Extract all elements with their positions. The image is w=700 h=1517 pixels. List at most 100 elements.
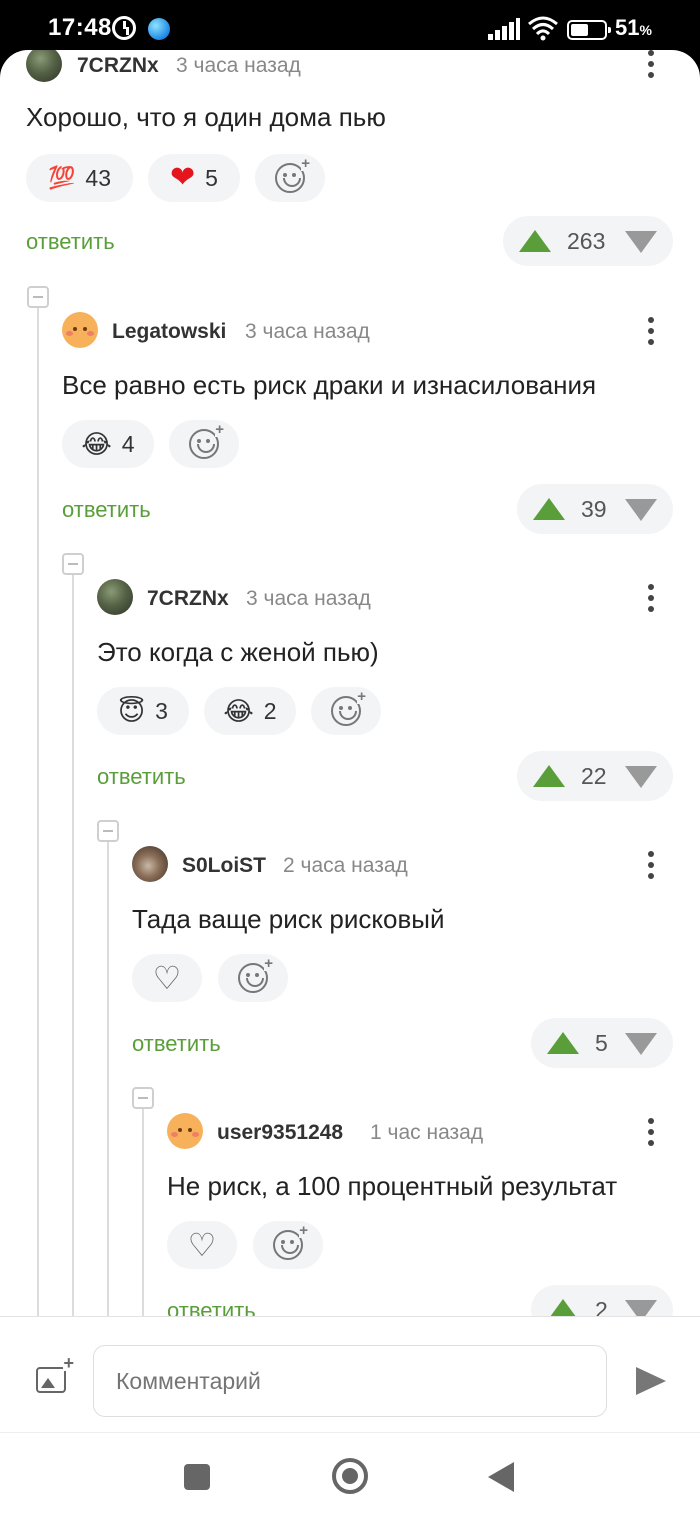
add-image-icon[interactable] (36, 1355, 74, 1393)
avatar[interactable] (167, 1113, 203, 1149)
vote-box: 5 (531, 1018, 673, 1068)
more-options-icon[interactable] (647, 851, 655, 879)
reaction-count: 3 (155, 697, 168, 724)
battery-icon (567, 20, 611, 40)
avatar[interactable] (97, 579, 133, 615)
comment-time: 2 часа назад (283, 854, 408, 877)
score: 39 (581, 496, 607, 522)
comment-author[interactable]: user9351248 (217, 1121, 343, 1145)
halo-emoji-icon: 😇 (118, 696, 146, 726)
reply-button[interactable]: ответить (132, 1031, 221, 1057)
send-icon[interactable] (636, 1367, 666, 1395)
back-triangle-icon[interactable] (488, 1462, 514, 1492)
reaction-heart[interactable]: ❤ 5 (148, 154, 240, 202)
add-reaction-button[interactable]: + (255, 154, 325, 202)
heart-outline-icon: ♡ (187, 1227, 217, 1263)
downvote-icon[interactable] (625, 766, 657, 788)
add-reaction-icon: + (275, 156, 310, 193)
comment-text: Это когда с женой пью) (97, 637, 379, 667)
add-reaction-button[interactable]: + (218, 954, 288, 1002)
comment-author[interactable]: 7CRZNx (147, 587, 229, 611)
heart-icon: ❤ (170, 161, 196, 194)
comment: user9351248 1 час назад Не риск, а 100 п… (0, 1101, 700, 1316)
add-reaction-icon: + (273, 1223, 308, 1260)
avatar[interactable] (26, 50, 62, 82)
reaction-count: 2 (263, 697, 277, 724)
hundred-emoji-icon: 💯 (48, 165, 76, 190)
battery-percent: 51% (615, 15, 652, 40)
home-circle-icon[interactable] (332, 1458, 368, 1494)
comment-author[interactable]: 7CRZNx (77, 54, 159, 78)
score: 263 (567, 228, 606, 254)
downvote-icon[interactable] (625, 499, 657, 521)
avatar[interactable] (62, 312, 98, 348)
reaction-halo[interactable]: 😇 3 (97, 687, 189, 735)
alarm-icon (112, 16, 136, 40)
laughing-emoji-icon: 😂 (223, 696, 254, 726)
add-reaction-icon: + (331, 689, 366, 726)
like-button[interactable]: ♡ (132, 954, 202, 1002)
add-reaction-icon: + (189, 422, 224, 459)
add-reaction-button[interactable]: + (311, 687, 381, 735)
upvote-icon[interactable] (547, 1299, 579, 1316)
downvote-icon[interactable] (625, 231, 657, 253)
reply-button[interactable]: ответить (62, 497, 151, 523)
reply-button[interactable]: ответить (97, 764, 186, 790)
comment-author[interactable]: S0LoiST (182, 854, 266, 878)
navigation-bar (0, 1432, 700, 1517)
reaction-100[interactable]: 💯 43 (26, 154, 133, 202)
vote-box: 263 (503, 216, 673, 266)
vote-box: 22 (517, 751, 673, 801)
reaction-count: 5 (205, 164, 218, 191)
signal-icon (488, 18, 520, 40)
heart-outline-icon: ♡ (152, 960, 182, 996)
comment-text: Хорошо, что я один дома пью (26, 102, 386, 132)
upvote-icon[interactable] (547, 1032, 579, 1054)
reply-button[interactable]: ответить (167, 1298, 256, 1316)
score: 22 (581, 763, 607, 789)
vote-box: 2 (531, 1285, 673, 1316)
comment-input[interactable] (93, 1345, 607, 1417)
reaction-laugh[interactable]: 😂 4 (62, 420, 154, 468)
app-notification-icon (148, 18, 170, 40)
score: 5 (595, 1030, 608, 1056)
reaction-count: 4 (121, 430, 135, 457)
vote-box: 39 (517, 484, 673, 534)
reaction-laugh[interactable]: 😂 2 (204, 687, 296, 735)
reply-button[interactable]: ответить (26, 229, 115, 255)
add-reaction-button[interactable]: + (253, 1221, 323, 1269)
comment-time: 3 часа назад (246, 587, 371, 610)
upvote-icon[interactable] (533, 765, 565, 787)
comment: S0LoiST 2 часа назад Тада ваще риск риск… (0, 834, 700, 1084)
upvote-icon[interactable] (519, 230, 551, 252)
status-bar: 17:48 51% (0, 0, 700, 50)
recents-square-icon[interactable] (184, 1464, 210, 1490)
comment-time: 3 часа назад (245, 320, 370, 343)
score: 2 (595, 1297, 608, 1316)
laughing-emoji-icon: 😂 (81, 429, 112, 459)
comment: 7CRZNx 3 часа назад Хорошо, что я один д… (0, 50, 700, 272)
comment-time: 1 час назад (370, 1121, 484, 1144)
upvote-icon[interactable] (533, 498, 565, 520)
comments-screen: 7CRZNx 3 часа назад Хорошо, что я один д… (0, 50, 700, 1316)
comment: 7CRZNx 3 часа назад Это когда с женой пь… (0, 567, 700, 817)
comment-time: 3 часа назад (176, 54, 301, 77)
comment-text: Тада ваще риск рисковый (132, 904, 445, 934)
downvote-icon[interactable] (625, 1300, 657, 1316)
add-reaction-icon: + (238, 956, 273, 993)
reaction-count: 43 (85, 164, 111, 191)
add-reaction-button[interactable]: + (169, 420, 239, 468)
avatar[interactable] (132, 846, 168, 882)
clock: 17:48 (48, 14, 112, 41)
more-options-icon[interactable] (647, 584, 655, 612)
comment-author[interactable]: Legatowski (112, 320, 226, 344)
comment-input-bar (0, 1316, 700, 1432)
downvote-icon[interactable] (625, 1033, 657, 1055)
more-options-icon[interactable] (647, 317, 655, 345)
more-options-icon[interactable] (647, 1118, 655, 1146)
wifi-icon (528, 16, 558, 41)
like-button[interactable]: ♡ (167, 1221, 237, 1269)
more-options-icon[interactable] (647, 50, 655, 78)
comment-text: Не риск, а 100 процентный результат (167, 1171, 618, 1201)
comment: Legatowski 3 часа назад Все равно есть р… (0, 300, 700, 550)
